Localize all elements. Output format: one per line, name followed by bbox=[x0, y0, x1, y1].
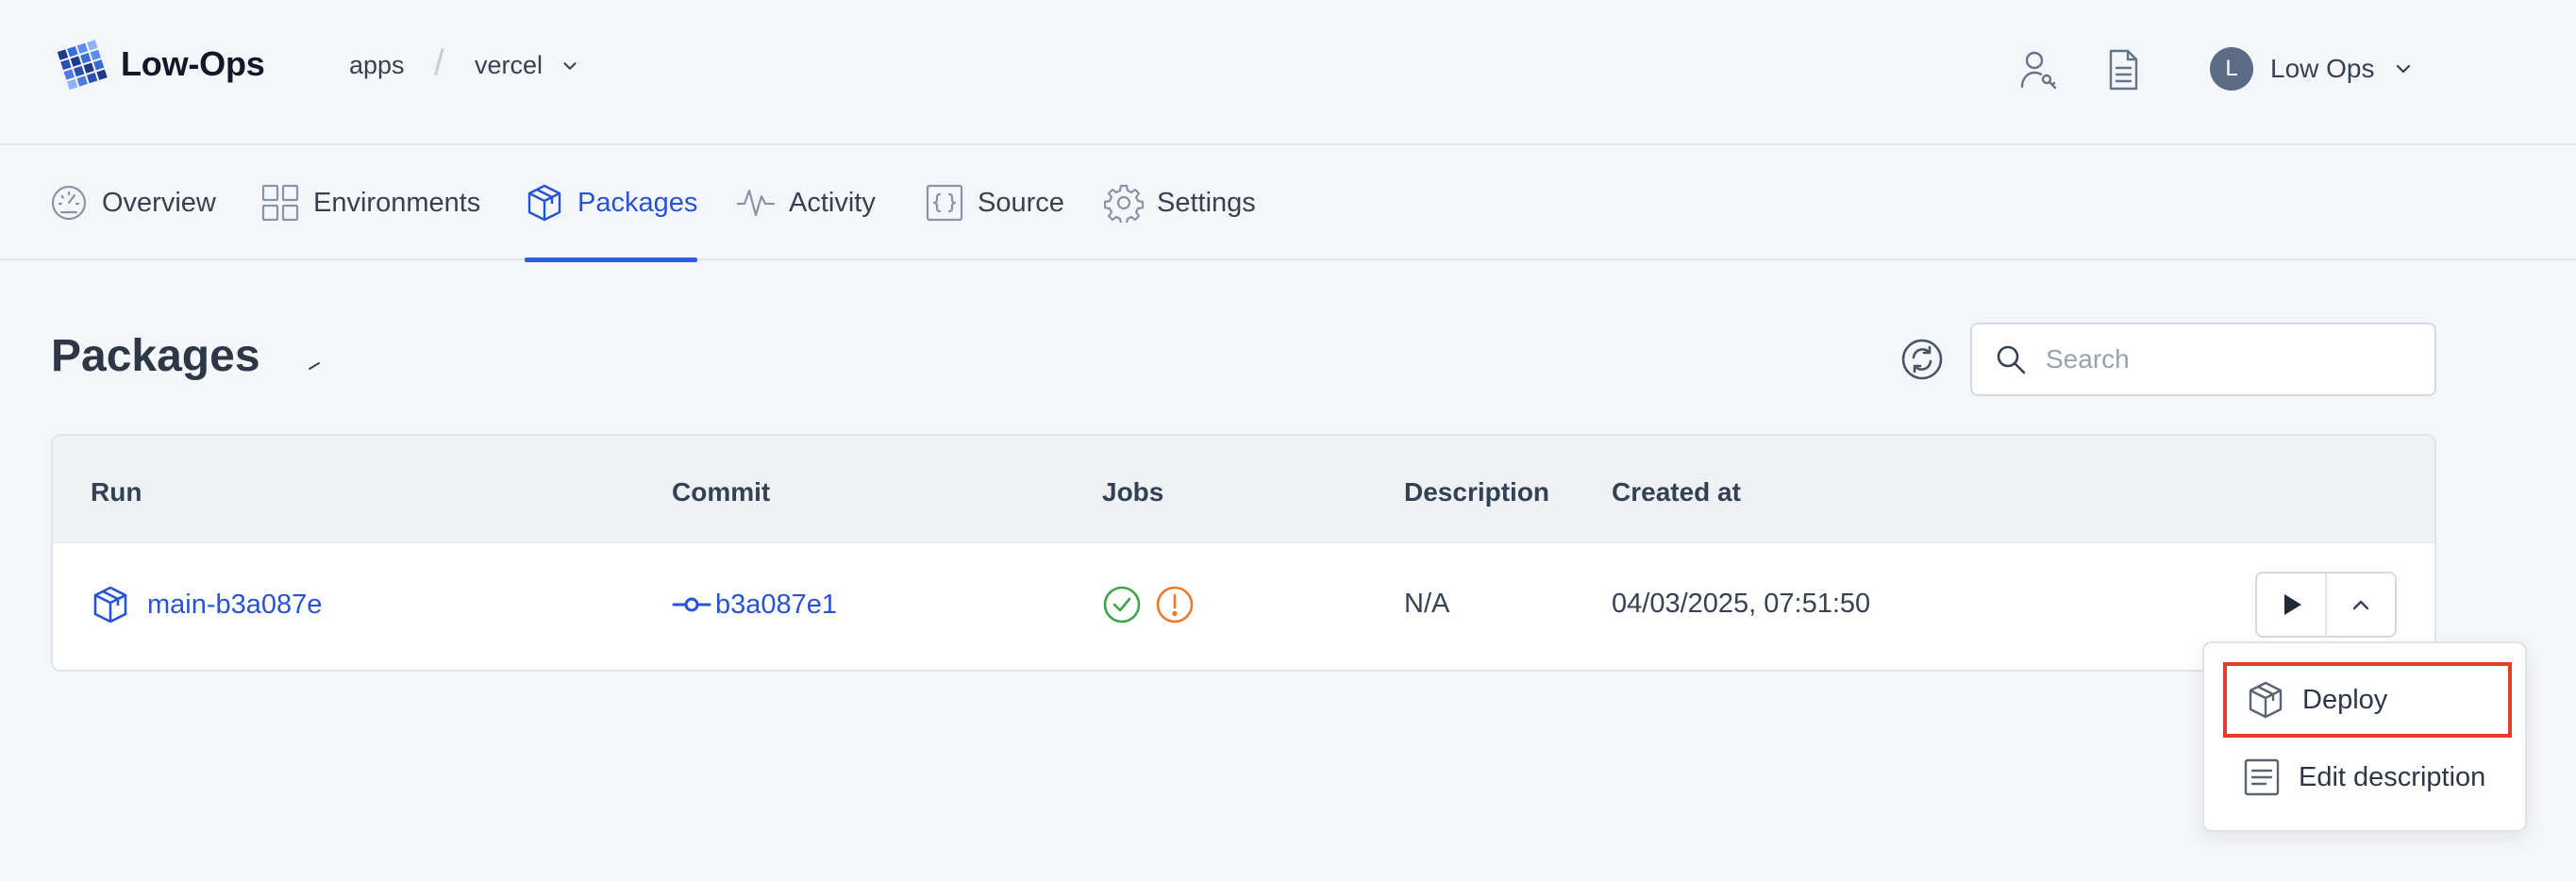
menu-item-edit-description[interactable]: Edit description bbox=[2223, 740, 2512, 815]
breadcrumb-separator: / bbox=[434, 43, 444, 83]
chevron-up-icon bbox=[2352, 600, 2369, 610]
user-name: Low Ops bbox=[2270, 54, 2375, 83]
column-header-created-at: Created at bbox=[1612, 477, 1741, 507]
tab-activity[interactable]: Activity bbox=[736, 145, 876, 260]
tab-settings[interactable]: Settings bbox=[1104, 145, 1256, 260]
tab-label: Source bbox=[978, 187, 1064, 218]
tab-environments[interactable]: Environments bbox=[260, 145, 480, 260]
actions-menu: Deploy Edit description bbox=[2202, 641, 2527, 832]
packages-table: Run Commit Jobs Description Created at m… bbox=[51, 434, 2436, 672]
menu-item-label: Edit description bbox=[2299, 761, 2486, 792]
code-braces-icon bbox=[926, 184, 963, 222]
actions-toggle-button[interactable] bbox=[2327, 573, 2395, 636]
activity-icon bbox=[736, 189, 776, 217]
tab-label: Settings bbox=[1157, 187, 1256, 218]
column-header-commit: Commit bbox=[672, 477, 771, 507]
breadcrumb-org[interactable]: apps bbox=[349, 51, 405, 80]
project-selector[interactable]: vercel bbox=[475, 51, 580, 80]
play-icon bbox=[2284, 594, 2301, 615]
gauge-icon bbox=[51, 185, 87, 221]
run-link[interactable]: main-b3a087e bbox=[91, 585, 322, 624]
top-header: Low-Ops apps / vercel L Low Ops bbox=[0, 0, 2576, 145]
package-icon bbox=[93, 586, 127, 623]
commit-link[interactable]: b3a087e1 bbox=[672, 585, 837, 624]
user-key-icon[interactable] bbox=[2017, 47, 2059, 92]
tab-label: Packages bbox=[577, 187, 698, 218]
check-circle-icon[interactable] bbox=[1102, 585, 1142, 624]
breadcrumb-project: vercel bbox=[475, 51, 544, 79]
menu-item-label: Deploy bbox=[2302, 684, 2388, 715]
tab-source[interactable]: Source bbox=[925, 145, 1064, 260]
refresh-icon[interactable] bbox=[1900, 338, 1944, 381]
git-commit-icon bbox=[672, 597, 711, 612]
page-title: Packages bbox=[51, 331, 260, 381]
user-menu[interactable]: L Low Ops bbox=[2210, 47, 2415, 91]
run-name: main-b3a087e bbox=[147, 589, 323, 620]
row-description: N/A bbox=[1404, 589, 1450, 619]
document-lines-icon bbox=[2244, 758, 2280, 796]
column-header-run: Run bbox=[91, 477, 142, 507]
package-icon bbox=[2249, 681, 2283, 719]
document-icon[interactable] bbox=[2102, 47, 2144, 92]
warning-circle-icon[interactable] bbox=[1155, 585, 1195, 624]
tab-packages[interactable]: Packages bbox=[525, 145, 698, 262]
table-row: main-b3a087e b3a087e1 N/A 04/03/2025, 07… bbox=[53, 543, 2434, 670]
job-status-group bbox=[1102, 585, 1195, 624]
chevron-down-icon bbox=[2396, 64, 2410, 74]
column-header-jobs: Jobs bbox=[1102, 477, 1164, 507]
commit-hash: b3a087e1 bbox=[715, 589, 838, 620]
avatar: L bbox=[2210, 47, 2253, 91]
tab-overview[interactable]: Overview bbox=[49, 145, 216, 260]
search-input[interactable] bbox=[2046, 344, 2404, 374]
column-header-description: Description bbox=[1404, 477, 1550, 507]
edit-mark-icon[interactable] bbox=[308, 361, 321, 371]
brand-name: Low-Ops bbox=[121, 44, 265, 83]
run-action-split-button bbox=[2255, 572, 2397, 638]
gear-icon bbox=[1104, 184, 1144, 223]
chevron-down-icon bbox=[563, 61, 577, 70]
logo-icon bbox=[57, 40, 108, 91]
project-tabs: Overview Environments Packages Activity … bbox=[0, 145, 2576, 262]
tab-label: Activity bbox=[789, 187, 876, 218]
run-button[interactable] bbox=[2257, 573, 2327, 636]
tab-label: Environments bbox=[313, 187, 481, 218]
brand-logo[interactable]: Low-Ops bbox=[55, 38, 265, 91]
search-box[interactable] bbox=[1970, 323, 2436, 396]
table-header: Run Commit Jobs Description Created at bbox=[53, 436, 2434, 543]
grid-icon bbox=[261, 184, 299, 222]
package-icon bbox=[527, 184, 561, 222]
tab-label: Overview bbox=[102, 187, 216, 218]
menu-item-deploy[interactable]: Deploy bbox=[2223, 662, 2512, 738]
search-icon bbox=[1997, 345, 2026, 374]
row-created-at: 04/03/2025, 07:51:50 bbox=[1612, 589, 1871, 619]
